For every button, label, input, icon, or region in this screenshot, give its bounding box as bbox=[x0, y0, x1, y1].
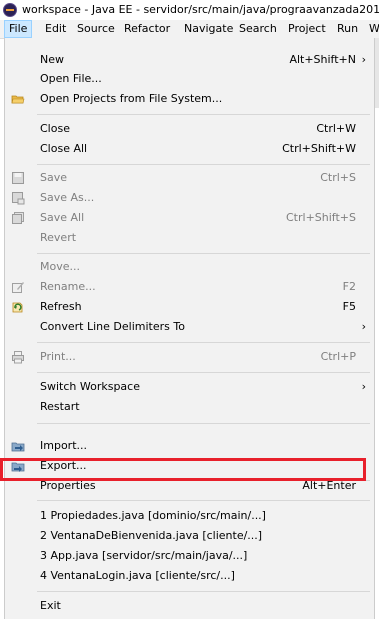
save-icon bbox=[11, 171, 25, 185]
menu-item-label: New bbox=[40, 53, 64, 66]
menu-item-save[interactable]: Save Ctrl+S bbox=[5, 168, 374, 188]
menu-item-label: Import... bbox=[40, 439, 87, 452]
menu-item-label: Open File... bbox=[40, 72, 102, 85]
menu-item-shortcut: Ctrl+P bbox=[320, 350, 356, 363]
menu-item-label: Move... bbox=[40, 260, 80, 273]
menu-item-switch-workspace[interactable]: Switch Workspace › bbox=[5, 377, 374, 397]
save-all-icon bbox=[11, 211, 25, 225]
menu-item-open-file[interactable]: Open File... bbox=[5, 69, 374, 89]
chevron-right-icon: › bbox=[361, 320, 366, 333]
menu-item-label: Save As... bbox=[40, 191, 95, 204]
menu-item-label: Save All bbox=[40, 211, 85, 224]
menu-separator bbox=[37, 423, 370, 424]
menu-item-restart[interactable]: Restart bbox=[5, 397, 374, 417]
menu-item-label: 3 App.java [servidor/src/main/java/...] bbox=[40, 549, 248, 562]
window-titlebar: workspace - Java EE - servidor/src/main/… bbox=[0, 0, 379, 20]
chevron-right-icon: › bbox=[361, 53, 366, 66]
print-icon bbox=[11, 350, 25, 364]
menu-item-close[interactable]: Close Ctrl+W bbox=[5, 119, 374, 139]
menu-separator bbox=[37, 591, 370, 592]
menu-separator bbox=[37, 500, 370, 501]
menu-item-label: Switch Workspace bbox=[40, 380, 140, 393]
menu-item-save-all[interactable]: Save All Ctrl+Shift+S bbox=[5, 208, 374, 228]
menu-item-label: Close bbox=[40, 122, 70, 135]
menu-item-new[interactable]: New Alt+Shift+N › bbox=[5, 50, 374, 70]
menu-run[interactable]: Run bbox=[333, 20, 362, 38]
menu-item-shortcut: Ctrl+S bbox=[320, 171, 356, 184]
menu-item-shortcut: Ctrl+W bbox=[316, 122, 356, 135]
menu-item-exit[interactable]: Exit bbox=[5, 596, 374, 616]
menu-item-recent-4[interactable]: 4 VentanaLogin.java [cliente/src/...] bbox=[5, 566, 374, 586]
eclipse-icon bbox=[3, 3, 17, 17]
menu-item-recent-1[interactable]: 1 Propiedades.java [dominio/src/main/...… bbox=[5, 506, 374, 526]
menu-edit[interactable]: Edit bbox=[41, 20, 70, 38]
menu-item-refresh[interactable]: Refresh F5 bbox=[5, 297, 374, 317]
menu-item-move[interactable]: Move... bbox=[5, 257, 374, 277]
menu-navigate[interactable]: Navigate bbox=[180, 20, 237, 38]
menu-item-label: Restart bbox=[40, 400, 80, 413]
file-menu-dropdown: New Alt+Shift+N › Open File... Open Proj… bbox=[4, 38, 375, 619]
menu-search[interactable]: Search bbox=[235, 20, 281, 38]
import-icon bbox=[11, 439, 25, 453]
menu-item-convert-line-delimiters[interactable]: Convert Line Delimiters To › bbox=[5, 317, 374, 337]
menu-item-rename[interactable]: Rename... F2 bbox=[5, 277, 374, 297]
menu-separator bbox=[37, 372, 370, 373]
menu-separator bbox=[37, 164, 370, 165]
menu-separator bbox=[37, 114, 370, 115]
menu-separator bbox=[37, 253, 370, 254]
menu-item-save-as[interactable]: Save As... bbox=[5, 188, 374, 208]
menu-refactor[interactable]: Refactor bbox=[120, 20, 174, 38]
menu-item-label: 1 Propiedades.java [dominio/src/main/...… bbox=[40, 509, 266, 522]
refresh-icon bbox=[11, 300, 25, 314]
menu-project[interactable]: Project bbox=[284, 20, 330, 38]
menu-file[interactable]: File bbox=[4, 20, 33, 38]
menu-item-recent-2[interactable]: 2 VentanaDeBienvenida.java [cliente/...] bbox=[5, 526, 374, 546]
folder-icon bbox=[11, 92, 25, 106]
editor-scrollbar[interactable] bbox=[375, 38, 379, 108]
menu-item-recent-3[interactable]: 3 App.java [servidor/src/main/java/...] bbox=[5, 546, 374, 566]
menu-item-shortcut: F5 bbox=[342, 300, 356, 313]
menu-item-label: Convert Line Delimiters To bbox=[40, 320, 185, 333]
menubar: File Edit Source Refactor Navigate Searc… bbox=[0, 20, 379, 39]
menu-source[interactable]: Source bbox=[73, 20, 119, 38]
menu-item-shortcut: F2 bbox=[342, 280, 356, 293]
menu-item-label: Print... bbox=[40, 350, 76, 363]
menu-item-revert[interactable]: Revert bbox=[5, 228, 374, 248]
menu-item-label: Rename... bbox=[40, 280, 96, 293]
menu-item-shortcut: Alt+Shift+N bbox=[289, 53, 356, 66]
menu-item-label: Revert bbox=[40, 231, 77, 244]
menu-item-shortcut: Ctrl+Shift+W bbox=[282, 142, 356, 155]
menu-item-label: Save bbox=[40, 171, 68, 184]
menu-item-label: Exit bbox=[40, 599, 61, 612]
menu-item-print[interactable]: Print... Ctrl+P bbox=[5, 347, 374, 367]
menu-item-label: 4 VentanaLogin.java [cliente/src/...] bbox=[40, 569, 235, 582]
menu-item-open-projects[interactable]: Open Projects from File System... bbox=[5, 89, 374, 109]
chevron-right-icon: › bbox=[361, 380, 366, 393]
menu-separator bbox=[37, 342, 370, 343]
menu-item-label: 2 VentanaDeBienvenida.java [cliente/...] bbox=[40, 529, 263, 542]
rename-icon bbox=[11, 280, 25, 294]
menu-item-import[interactable]: Import... bbox=[5, 436, 374, 456]
import-highlight-box bbox=[0, 458, 366, 481]
save-as-icon bbox=[11, 191, 25, 205]
menu-item-close-all[interactable]: Close All Ctrl+Shift+W bbox=[5, 139, 374, 159]
menu-item-label: Refresh bbox=[40, 300, 82, 313]
window-title: workspace - Java EE - servidor/src/main/… bbox=[22, 3, 379, 16]
menu-window[interactable]: W bbox=[365, 20, 379, 38]
menu-item-label: Close All bbox=[40, 142, 88, 155]
menu-item-label: Open Projects from File System... bbox=[40, 92, 223, 105]
menu-item-shortcut: Ctrl+Shift+S bbox=[286, 211, 356, 224]
